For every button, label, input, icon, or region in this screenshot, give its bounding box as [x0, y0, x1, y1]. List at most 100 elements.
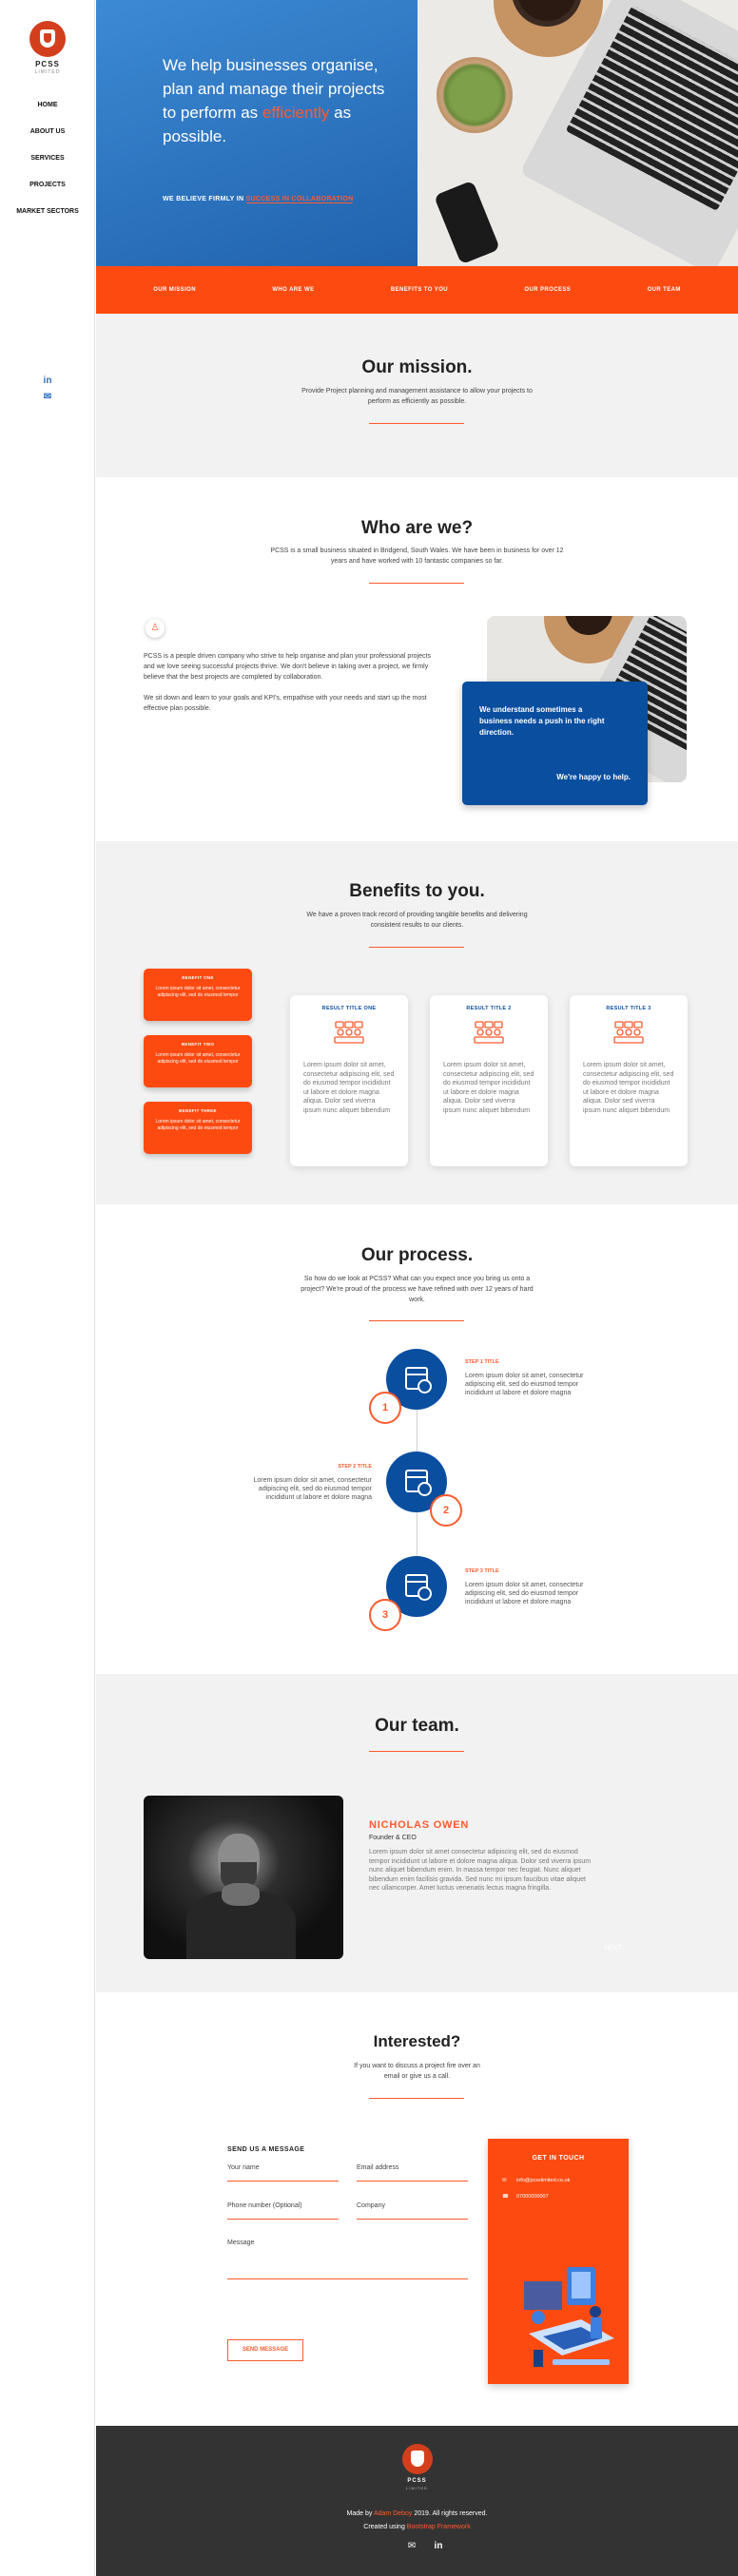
- team-next-button[interactable]: NEXT: [604, 1945, 622, 1951]
- phone-field[interactable]: Phone number (Optional): [227, 2202, 339, 2220]
- step-3-number: 3: [369, 1599, 401, 1631]
- step-text: Lorem ipsum dolor sit amet, consectetur …: [253, 1477, 373, 1501]
- footer-brand-sub: LIMITED: [406, 2486, 428, 2490]
- phone-icon: ☎: [502, 2194, 509, 2200]
- nav-home[interactable]: HOME: [0, 99, 95, 125]
- who-title: Who are we?: [360, 518, 474, 538]
- tab-who-are-we[interactable]: WHO ARE WE: [272, 287, 314, 293]
- calendar-icon: [405, 1574, 432, 1601]
- phone-text: 07000000007: [516, 2194, 549, 2200]
- nav-market-sectors[interactable]: MARKET SECTORS: [0, 205, 95, 232]
- footer-created: Created using Bootstrap Framework: [363, 2524, 471, 2530]
- sidebar-social: in ✉: [42, 375, 53, 408]
- step-2: STEP 2 TITLE Lorem ipsum dolor sit amet,…: [229, 1463, 373, 1502]
- brand-sub: LIMITED: [34, 69, 61, 75]
- benefits-text: We have a proven track record of providi…: [306, 912, 528, 929]
- team-meeting-icon: [473, 1021, 505, 1048]
- benefit-button-three[interactable]: BENEFIT THREE Lorem ipsum dolor sit amet…: [144, 1102, 252, 1154]
- get-in-touch-title: GET IN TOUCH: [532, 2155, 585, 2162]
- team-meeting-icon: [612, 1021, 645, 1048]
- result-card: RESULT TITLE 3 Lorem ipsum dolor sit ame…: [570, 995, 688, 1166]
- people-icon: ♙: [146, 619, 165, 638]
- process-text: So how do we look at PCSS? What can you …: [301, 1276, 534, 1303]
- benefit-button-two[interactable]: BENEFIT TWO Lorem ipsum dolor sit amet, …: [144, 1035, 252, 1087]
- who-card-text: We understand sometimes a business needs…: [479, 705, 605, 737]
- benefit-button-one[interactable]: BENEFIT ONE Lorem ipsum dolor sit amet, …: [144, 969, 252, 1021]
- team-member-photo: [144, 1796, 343, 1959]
- pcss-logo[interactable]: [29, 21, 66, 57]
- benefits-section: Benefits to you. We have a proven track …: [96, 841, 738, 1204]
- step-title: STEP 2 TITLE: [338, 1464, 372, 1470]
- divider: [369, 1320, 464, 1321]
- team-member-bio: Lorem ipsum dolor sit amet consectetur a…: [369, 1849, 592, 1892]
- mission-title: Our mission.: [361, 357, 473, 377]
- tab-our-mission[interactable]: OUR MISSION: [153, 287, 196, 293]
- step-2-number: 2: [430, 1494, 462, 1527]
- bootstrap-link[interactable]: Bootstrap Framework: [407, 2524, 471, 2530]
- email-field[interactable]: Email address: [357, 2164, 468, 2182]
- benefit-text: Lorem ipsum dolor sit amet, consectetur …: [155, 1119, 241, 1131]
- contact-phone[interactable]: ☎ 07000000007: [502, 2194, 629, 2200]
- benefit-text: Lorem ipsum dolor sit amet, consectetur …: [155, 1052, 241, 1065]
- author-link[interactable]: Adam Deboy: [374, 2510, 412, 2517]
- result-title: RESULT TITLE 2: [466, 1006, 512, 1011]
- nav-services[interactable]: SERVICES: [0, 152, 95, 179]
- tab-benefits[interactable]: BENEFITS TO YOU: [391, 287, 448, 293]
- step-3: STEP 3 TITLE Lorem ipsum dolor sit amet,…: [465, 1567, 608, 1606]
- section-tabs: OUR MISSION WHO ARE WE BENEFITS TO YOU O…: [96, 266, 738, 314]
- divider: [369, 947, 464, 948]
- footer-brand: PCSS: [407, 2478, 427, 2484]
- sidebar: PCSS LIMITED HOME ABOUT US SERVICES PROJ…: [0, 0, 95, 2576]
- result-title: RESULT TITLE 3: [606, 1006, 651, 1011]
- step-1: STEP 1 TITLE Lorem ipsum dolor sit amet,…: [465, 1358, 608, 1397]
- step-title: STEP 3 TITLE: [465, 1568, 499, 1574]
- hero: We help businesses organise, plan and ma…: [96, 0, 738, 266]
- shield-icon: [411, 2451, 424, 2467]
- mission-section: Our mission. Provide Project planning an…: [96, 314, 738, 477]
- step-text: Lorem ipsum dolor sit amet, consectetur …: [465, 1373, 584, 1396]
- divider: [369, 1751, 464, 1752]
- benefit-title: BENEFIT TWO: [181, 1042, 215, 1047]
- form-title: SEND US A MESSAGE: [227, 2146, 305, 2153]
- result-card: RESULT TITLE ONE Lorem ipsum dolor sit a…: [290, 995, 408, 1166]
- who-text: PCSS is a small business situated in Bri…: [270, 548, 564, 565]
- result-title: RESULT TITLE ONE: [321, 1006, 377, 1011]
- calendar-icon: [405, 1470, 432, 1496]
- send-message-button[interactable]: SEND MESSAGE: [227, 2339, 303, 2361]
- process-section: Our process. So how do we look at PCSS? …: [96, 1204, 738, 1674]
- message-field[interactable]: Message: [227, 2240, 468, 2279]
- who-section: Who are we? PCSS is a small business sit…: [96, 477, 738, 841]
- who-body-paragraph: We sit down and learn to your goals and …: [144, 695, 427, 712]
- hero-title: We help businesses organise, plan and ma…: [163, 56, 385, 145]
- main-content: We help businesses organise, plan and ma…: [96, 0, 738, 2576]
- contact-email[interactable]: ✉ info@pcsslimited.co.uk: [502, 2178, 629, 2183]
- hero-subtitle-link[interactable]: SUCCESS IN COLLABORATION: [245, 196, 354, 203]
- linkedin-icon[interactable]: in: [42, 375, 53, 386]
- footer-logo[interactable]: [402, 2444, 433, 2474]
- tab-our-process[interactable]: OUR PROCESS: [524, 287, 571, 293]
- contact-section: Interested? If you want to discuss a pro…: [96, 1992, 738, 2426]
- team-member-role: Founder & CEO: [369, 1835, 417, 1841]
- benefit-title: BENEFIT ONE: [182, 975, 214, 980]
- divider: [369, 2098, 464, 2099]
- company-field[interactable]: Company: [357, 2202, 468, 2220]
- email-icon[interactable]: ✉: [403, 2541, 420, 2551]
- office-illustration: [515, 2262, 621, 2376]
- phone-image: [433, 180, 501, 265]
- calendar-icon: [405, 1367, 432, 1394]
- divider: [369, 583, 464, 584]
- main-nav: HOME ABOUT US SERVICES PROJECTS MARKET S…: [0, 99, 95, 232]
- step-title: STEP 1 TITLE: [465, 1359, 499, 1365]
- hero-image: [418, 0, 738, 266]
- email-icon[interactable]: ✉: [42, 392, 53, 402]
- footer: PCSS LIMITED Made by Adam Deboy 2019. Al…: [96, 2426, 738, 2576]
- step-1-number: 1: [369, 1392, 401, 1424]
- name-field[interactable]: Your name: [227, 2164, 339, 2182]
- nav-projects[interactable]: PROJECTS: [0, 179, 95, 205]
- email-text: info@pcsslimited.co.uk: [516, 2178, 571, 2183]
- linkedin-icon[interactable]: in: [430, 2541, 447, 2551]
- team-meeting-icon: [333, 1021, 365, 1048]
- who-body: PCSS is a people driven company who stri…: [144, 651, 434, 724]
- tab-our-team[interactable]: OUR TEAM: [648, 287, 681, 293]
- nav-about-us[interactable]: ABOUT US: [0, 125, 95, 152]
